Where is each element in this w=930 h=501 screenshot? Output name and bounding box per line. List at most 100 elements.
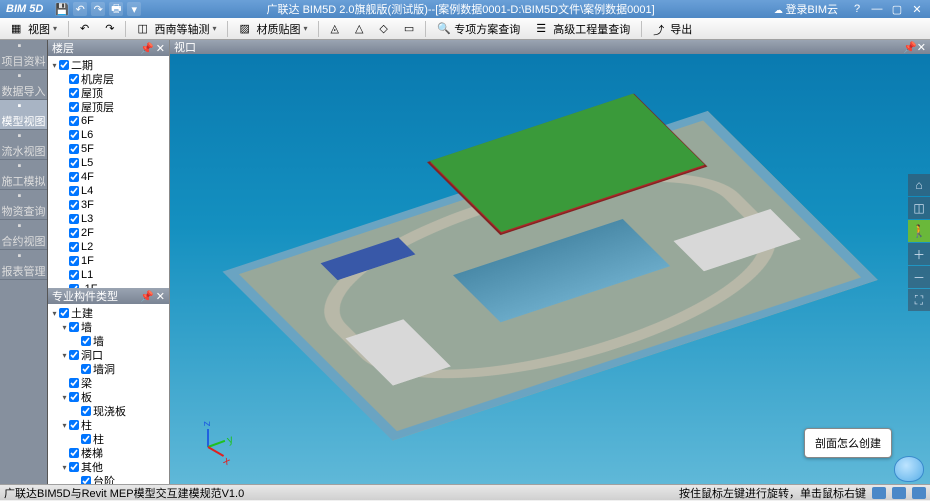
tree-checkbox[interactable] bbox=[69, 116, 79, 126]
tree-node[interactable]: 墙 bbox=[48, 334, 169, 348]
nav-item-4[interactable]: ▪施工模拟 bbox=[0, 160, 47, 190]
tree-node[interactable]: L2 bbox=[48, 240, 169, 254]
pin-icon[interactable]: 📌 bbox=[140, 42, 154, 55]
tree-node[interactable]: 屋顶层 bbox=[48, 100, 169, 114]
tool-1[interactable]: ◬ bbox=[323, 19, 345, 38]
qat-print-icon[interactable]: 🖶 bbox=[109, 2, 123, 16]
tree-node[interactable]: L6 bbox=[48, 128, 169, 142]
assistant-mascot-icon[interactable] bbox=[894, 456, 924, 482]
home-view-icon[interactable]: ⌂ bbox=[908, 174, 930, 196]
tool-4[interactable]: ▭ bbox=[397, 19, 421, 38]
tree-checkbox[interactable] bbox=[69, 242, 79, 252]
nav-item-2[interactable]: ▪模型视图 bbox=[0, 100, 47, 130]
component-tree[interactable]: ▾土建▾墙墙▾洞口墙洞梁▾板现浇板▾柱柱楼梯▾其他台阶保温层栏杆扶手坡道▾粗装修… bbox=[48, 304, 169, 484]
nav-item-5[interactable]: ▪物资查询 bbox=[0, 190, 47, 220]
tree-node[interactable]: 屋顶 bbox=[48, 86, 169, 100]
tree-node[interactable]: ▾板 bbox=[48, 390, 169, 404]
status-icon-3[interactable] bbox=[912, 487, 926, 499]
tree-node[interactable]: ▾其他 bbox=[48, 460, 169, 474]
tree-checkbox[interactable] bbox=[69, 462, 79, 472]
tree-node[interactable]: L5 bbox=[48, 156, 169, 170]
tree-node[interactable]: L3 bbox=[48, 212, 169, 226]
tree-checkbox[interactable] bbox=[69, 270, 79, 280]
tree-checkbox[interactable] bbox=[69, 186, 79, 196]
tree-checkbox[interactable] bbox=[81, 336, 91, 346]
tree-node[interactable]: ▾洞口 bbox=[48, 348, 169, 362]
close-icon[interactable]: ✕ bbox=[908, 2, 926, 16]
tree-node[interactable]: 台阶 bbox=[48, 474, 169, 484]
tree-node[interactable]: 4F bbox=[48, 170, 169, 184]
walk-icon[interactable]: 🚶 bbox=[908, 220, 930, 242]
tree-node[interactable]: ▾土建 bbox=[48, 306, 169, 320]
tree-node[interactable]: 6F bbox=[48, 114, 169, 128]
tree-node[interactable]: L4 bbox=[48, 184, 169, 198]
viewport-canvas[interactable]: ⌂ ◫ 🚶 ＋ － ⛶ 剖面怎么创建 bbox=[170, 54, 930, 484]
tree-checkbox[interactable] bbox=[69, 102, 79, 112]
cloud-login[interactable]: ☁ 登录BIM云 bbox=[774, 1, 838, 17]
tree-node[interactable]: 5F bbox=[48, 142, 169, 156]
undo-button[interactable]: ↶ bbox=[73, 19, 96, 38]
nav-item-3[interactable]: ▪流水视图 bbox=[0, 130, 47, 160]
nav-item-6[interactable]: ▪合约视图 bbox=[0, 220, 47, 250]
tree-checkbox[interactable] bbox=[69, 322, 79, 332]
status-icon-1[interactable] bbox=[872, 487, 886, 499]
floors-tree[interactable]: ▾二期机房层屋顶屋顶层6FL65FL54FL43FL32FL21FL1-1FB1… bbox=[48, 56, 169, 288]
panel-close-icon[interactable]: ✕ bbox=[156, 42, 165, 55]
tree-checkbox[interactable] bbox=[59, 308, 69, 318]
view-button[interactable]: ▦视图▾ bbox=[4, 18, 64, 40]
tree-node[interactable]: ▾二期 bbox=[48, 58, 169, 72]
tree-node[interactable]: L1 bbox=[48, 268, 169, 282]
tree-checkbox[interactable] bbox=[59, 60, 69, 70]
tree-node[interactable]: ▾墙 bbox=[48, 320, 169, 334]
qat-redo-icon[interactable]: ↷ bbox=[91, 2, 105, 16]
tree-checkbox[interactable] bbox=[69, 378, 79, 388]
nav-item-1[interactable]: ▪数据导入 bbox=[0, 70, 47, 100]
tree-node[interactable]: 梁 bbox=[48, 376, 169, 390]
tree-node[interactable]: 墙洞 bbox=[48, 362, 169, 376]
help-bubble[interactable]: 剖面怎么创建 bbox=[804, 428, 892, 458]
tree-checkbox[interactable] bbox=[69, 158, 79, 168]
pin-icon[interactable]: 📌 bbox=[903, 42, 917, 54]
tool-2[interactable]: △ bbox=[348, 19, 370, 38]
fit-icon[interactable]: ⛶ bbox=[908, 289, 930, 311]
minimize-icon[interactable]: — bbox=[868, 2, 886, 16]
tree-checkbox[interactable] bbox=[69, 448, 79, 458]
tree-checkbox[interactable] bbox=[69, 350, 79, 360]
export-button[interactable]: ⤴导出 bbox=[646, 18, 699, 40]
tree-node[interactable]: ▾柱 bbox=[48, 418, 169, 432]
nav-item-0[interactable]: ▪项目资料 bbox=[0, 40, 47, 70]
panel-close-icon[interactable]: ✕ bbox=[917, 42, 926, 54]
tree-checkbox[interactable] bbox=[69, 200, 79, 210]
tree-checkbox[interactable] bbox=[69, 214, 79, 224]
tree-checkbox[interactable] bbox=[69, 256, 79, 266]
tree-node[interactable]: 现浇板 bbox=[48, 404, 169, 418]
axis-dropdown[interactable]: ◫西南等轴测▾ bbox=[130, 18, 223, 40]
tree-checkbox[interactable] bbox=[69, 172, 79, 182]
advanced-query-button[interactable]: ☰高级工程量查询 bbox=[529, 18, 637, 40]
tree-checkbox[interactable] bbox=[69, 130, 79, 140]
tree-checkbox[interactable] bbox=[81, 364, 91, 374]
special-query-button[interactable]: 🔍专项方案查询 bbox=[430, 18, 527, 40]
qat-undo-icon[interactable]: ↶ bbox=[73, 2, 87, 16]
nav-item-7[interactable]: ▪报表管理 bbox=[0, 250, 47, 280]
tree-node[interactable]: 楼梯 bbox=[48, 446, 169, 460]
tree-node[interactable]: 2F bbox=[48, 226, 169, 240]
tree-checkbox[interactable] bbox=[69, 392, 79, 402]
tree-node[interactable]: 1F bbox=[48, 254, 169, 268]
texture-dropdown[interactable]: ▨材质贴图▾ bbox=[232, 18, 314, 40]
tree-checkbox[interactable] bbox=[69, 74, 79, 84]
tree-checkbox[interactable] bbox=[81, 406, 91, 416]
tree-checkbox[interactable] bbox=[81, 434, 91, 444]
zoom-in-icon[interactable]: ＋ bbox=[908, 243, 930, 265]
maximize-icon[interactable]: ▢ bbox=[888, 2, 906, 16]
zoom-out-icon[interactable]: － bbox=[908, 266, 930, 288]
tool-3[interactable]: ◇ bbox=[372, 19, 394, 38]
pin-icon[interactable]: 📌 bbox=[140, 290, 154, 303]
axis-gizmo[interactable] bbox=[188, 426, 228, 466]
cube-view-icon[interactable]: ◫ bbox=[908, 197, 930, 219]
help-icon[interactable]: ? bbox=[848, 2, 866, 16]
tree-node[interactable]: 机房层 bbox=[48, 72, 169, 86]
tree-checkbox[interactable] bbox=[69, 144, 79, 154]
tree-checkbox[interactable] bbox=[69, 420, 79, 430]
tree-checkbox[interactable] bbox=[69, 88, 79, 98]
